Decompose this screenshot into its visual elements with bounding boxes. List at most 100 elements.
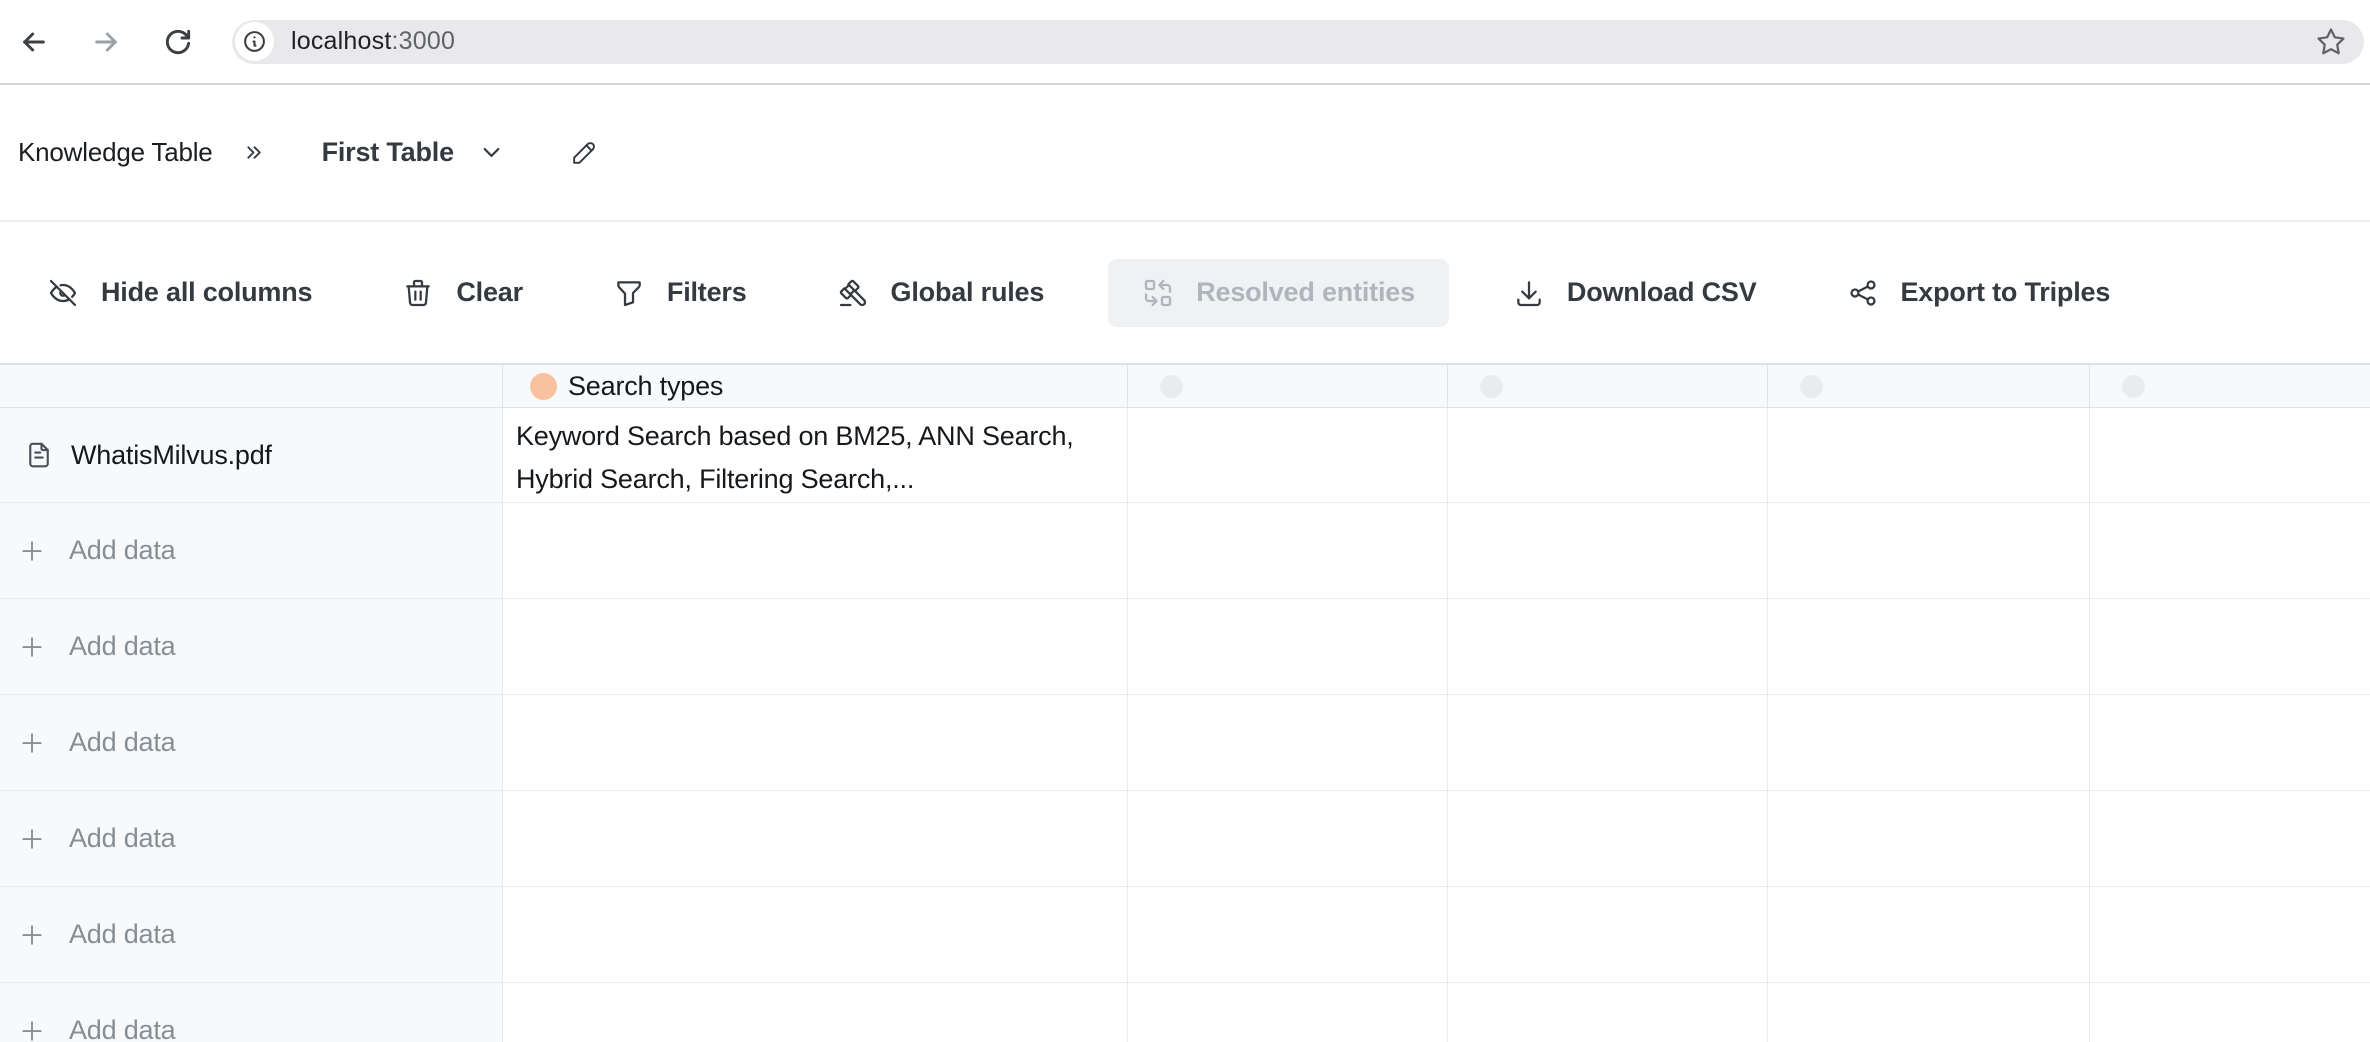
document-cell[interactable]: WhatisMilvus.pdf bbox=[0, 408, 503, 502]
add-data-row: Add data bbox=[0, 983, 2370, 1042]
column-header-empty[interactable] bbox=[1448, 365, 1768, 407]
table-cell-empty[interactable] bbox=[1768, 503, 2090, 598]
toolbar-button-label: Export to Triples bbox=[1901, 277, 2111, 308]
add-data-label: Add data bbox=[69, 919, 176, 950]
url-host: localhost bbox=[291, 27, 391, 55]
trash-icon bbox=[402, 277, 434, 309]
table-cell-empty[interactable] bbox=[2090, 503, 2370, 598]
table-cell-empty[interactable] bbox=[1128, 791, 1448, 886]
chevron-down-icon[interactable] bbox=[478, 139, 505, 166]
plus-icon bbox=[17, 536, 47, 566]
table-row: WhatisMilvus.pdf Keyword Search based on… bbox=[0, 408, 2370, 503]
eye-off-icon bbox=[47, 277, 79, 309]
add-data-label: Add data bbox=[69, 631, 176, 662]
add-data-button[interactable]: Add data bbox=[0, 983, 503, 1042]
column-color-dot bbox=[1800, 375, 1823, 398]
table-cell-empty[interactable] bbox=[2090, 695, 2370, 790]
table-cell-empty[interactable] bbox=[1448, 599, 1768, 694]
table-cell-empty[interactable] bbox=[1128, 887, 1448, 982]
browser-nav-buttons bbox=[0, 26, 232, 58]
back-icon[interactable] bbox=[18, 26, 50, 58]
table-cell-empty[interactable] bbox=[1768, 791, 2090, 886]
toolbar-button-label: Hide all columns bbox=[101, 277, 312, 308]
table-cell-empty[interactable] bbox=[1768, 983, 2090, 1042]
table-cell-empty[interactable] bbox=[2090, 887, 2370, 982]
table-cell-empty[interactable] bbox=[1448, 983, 1768, 1042]
filter-icon bbox=[613, 277, 645, 309]
table-cell-empty[interactable] bbox=[2090, 408, 2370, 502]
column-color-dot bbox=[1480, 375, 1503, 398]
plus-icon bbox=[17, 1016, 47, 1042]
url-bar[interactable]: localhost:3000 bbox=[232, 20, 2364, 64]
table-cell-empty[interactable] bbox=[503, 695, 1128, 790]
file-icon bbox=[24, 440, 54, 470]
edit-table-name-icon[interactable] bbox=[569, 137, 600, 168]
global-rules-button[interactable]: Global rules bbox=[837, 277, 1045, 309]
document-column-header bbox=[0, 365, 503, 407]
add-data-row: Add data bbox=[0, 791, 2370, 887]
add-data-label: Add data bbox=[69, 823, 176, 854]
clear-button[interactable]: Clear bbox=[402, 277, 523, 309]
table-cell-empty[interactable] bbox=[1448, 408, 1768, 502]
share-icon bbox=[1847, 277, 1879, 309]
site-info-chip[interactable] bbox=[235, 22, 274, 61]
table-name[interactable]: First Table bbox=[322, 137, 454, 168]
table-cell-empty[interactable] bbox=[503, 791, 1128, 886]
table-cell-empty[interactable] bbox=[1768, 408, 2090, 502]
table-cell-empty[interactable] bbox=[1448, 695, 1768, 790]
url-text: localhost:3000 bbox=[291, 27, 455, 56]
table-cell-empty[interactable] bbox=[1128, 695, 1448, 790]
column-header-empty[interactable] bbox=[1768, 365, 2090, 407]
table-cell-search-types[interactable]: Keyword Search based on BM25, ANN Search… bbox=[503, 408, 1128, 502]
add-data-button[interactable]: Add data bbox=[0, 887, 503, 982]
reload-icon[interactable] bbox=[162, 26, 194, 58]
table-cell-empty[interactable] bbox=[2090, 599, 2370, 694]
forward-icon bbox=[90, 26, 122, 58]
toolbar-button-label: Clear bbox=[456, 277, 523, 308]
table-cell-empty[interactable] bbox=[503, 887, 1128, 982]
resolved-entities-button: Resolved entities bbox=[1108, 259, 1449, 327]
table-cell-empty[interactable] bbox=[1448, 887, 1768, 982]
column-header-empty[interactable] bbox=[1128, 365, 1448, 407]
table-cell-empty[interactable] bbox=[1768, 695, 2090, 790]
export-to-triples-button[interactable]: Export to Triples bbox=[1847, 277, 2111, 309]
table-cell-empty[interactable] bbox=[503, 599, 1128, 694]
column-color-dot bbox=[2122, 375, 2145, 398]
add-data-button[interactable]: Add data bbox=[0, 503, 503, 598]
bookmark-star-icon[interactable] bbox=[2316, 27, 2346, 57]
table-cell-empty[interactable] bbox=[1128, 503, 1448, 598]
table-cell-empty[interactable] bbox=[1448, 503, 1768, 598]
table-cell-empty[interactable] bbox=[2090, 983, 2370, 1042]
hide-all-columns-button[interactable]: Hide all columns bbox=[47, 277, 312, 309]
page-header: Knowledge Table First Table bbox=[0, 85, 2370, 220]
add-data-row: Add data bbox=[0, 503, 2370, 599]
table-cell-empty[interactable] bbox=[1768, 599, 2090, 694]
table-cell-empty[interactable] bbox=[1448, 791, 1768, 886]
cell-text: Keyword Search based on BM25, ANN Search… bbox=[503, 408, 1127, 501]
table-cell-empty[interactable] bbox=[2090, 791, 2370, 886]
table-cell-empty[interactable] bbox=[1128, 408, 1448, 502]
breadcrumb[interactable]: Knowledge Table bbox=[18, 137, 213, 168]
add-data-button[interactable]: Add data bbox=[0, 695, 503, 790]
gavel-icon bbox=[837, 277, 869, 309]
url-port: :3000 bbox=[391, 27, 455, 55]
add-data-row: Add data bbox=[0, 695, 2370, 791]
add-data-button[interactable]: Add data bbox=[0, 599, 503, 694]
table-cell-empty[interactable] bbox=[1128, 983, 1448, 1042]
download-csv-button[interactable]: Download CSV bbox=[1513, 277, 1757, 309]
filters-button[interactable]: Filters bbox=[613, 277, 747, 309]
knowledge-table: Search types WhatisMilvus.pdf Keyword Se… bbox=[0, 363, 2370, 1042]
column-header-empty[interactable] bbox=[2090, 365, 2370, 407]
table-cell-empty[interactable] bbox=[1768, 887, 2090, 982]
document-name: WhatisMilvus.pdf bbox=[71, 440, 272, 471]
toolbar-button-label: Download CSV bbox=[1567, 277, 1757, 308]
add-data-button[interactable]: Add data bbox=[0, 791, 503, 886]
table-cell-empty[interactable] bbox=[1128, 599, 1448, 694]
plus-icon bbox=[17, 824, 47, 854]
table-cell-empty[interactable] bbox=[503, 503, 1128, 598]
table-cell-empty[interactable] bbox=[503, 983, 1128, 1042]
plus-icon bbox=[17, 728, 47, 758]
column-color-dot bbox=[1160, 375, 1183, 398]
column-header-search-types[interactable]: Search types bbox=[503, 365, 1128, 407]
add-data-label: Add data bbox=[69, 535, 176, 566]
